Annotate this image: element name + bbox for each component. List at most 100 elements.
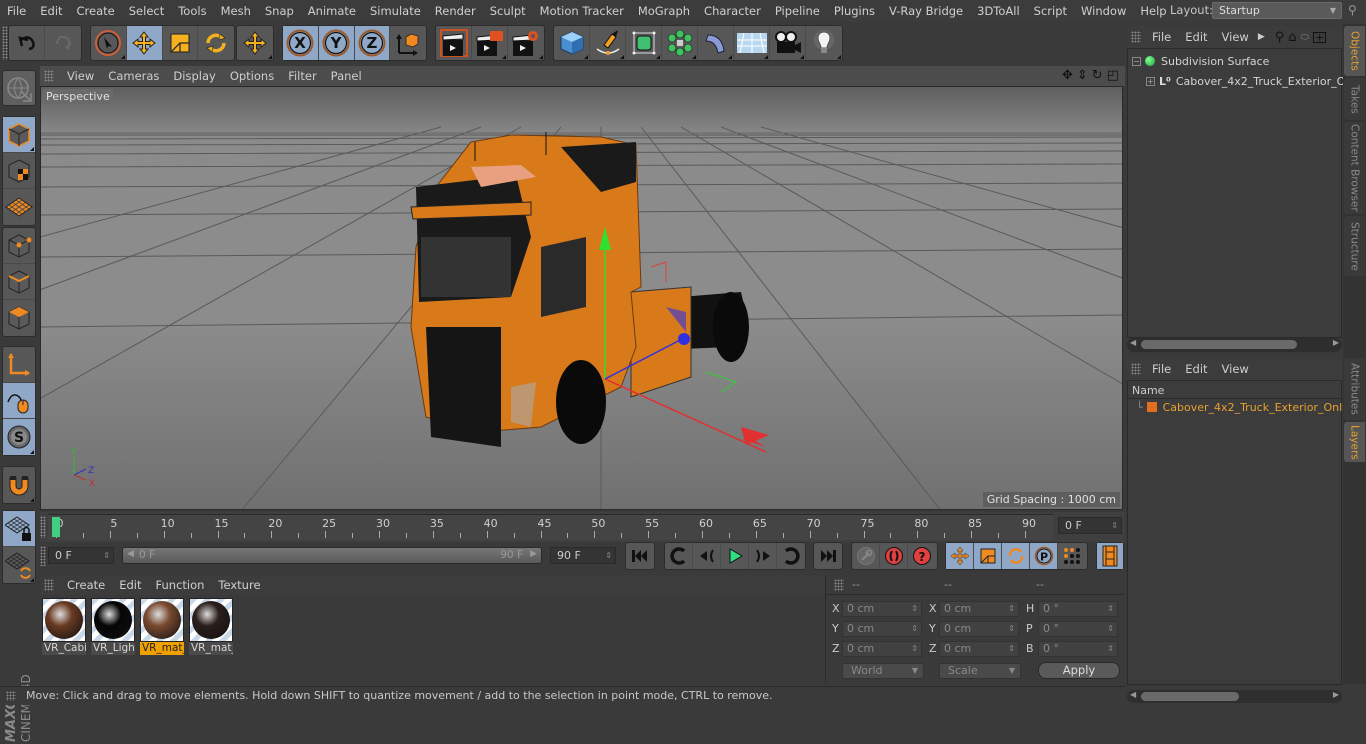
subdivision-surface-button[interactable]: [626, 26, 662, 60]
layer-menu-view[interactable]: View: [1215, 362, 1256, 376]
spinner-icon[interactable]: ⇕: [911, 642, 918, 656]
workplane-mode-button[interactable]: [3, 189, 35, 225]
align-workplane-button[interactable]: [3, 547, 35, 583]
timeline-grip[interactable]: [40, 516, 46, 538]
viewport-menu-cameras[interactable]: Cameras: [101, 69, 166, 83]
undo-button[interactable]: [9, 26, 45, 60]
object-menu-view[interactable]: View: [1215, 30, 1256, 44]
layer-grip[interactable]: [1131, 363, 1141, 375]
cube-button[interactable]: [554, 26, 590, 60]
camera-button[interactable]: [770, 26, 806, 60]
prev-frame-button[interactable]: [693, 543, 721, 569]
menu-window[interactable]: Window: [1074, 0, 1133, 22]
spinner-icon[interactable]: ⇕: [1111, 518, 1118, 533]
name-column-header[interactable]: Name: [1132, 384, 1164, 397]
x-axis-toggle[interactable]: X: [283, 26, 319, 60]
material-menu-texture[interactable]: Texture: [211, 578, 267, 592]
menu-plugins[interactable]: Plugins: [827, 0, 882, 22]
material-menu-create[interactable]: Create: [60, 578, 112, 592]
timeline-ruler[interactable]: 0 5 10 15 20 25 30 35 40 45 50 55 60 65 70 75 80 85 90: [48, 514, 1053, 540]
render-picture-viewer-button[interactable]: [472, 26, 508, 60]
menu-mesh[interactable]: Mesh: [214, 0, 258, 22]
viewport-menu-display[interactable]: Display: [166, 69, 222, 83]
material-grip[interactable]: [44, 579, 54, 591]
autokeying-button[interactable]: [880, 543, 908, 569]
recent-move-button[interactable]: [237, 26, 273, 60]
coordinate-mode-dropdown[interactable]: World ▼: [842, 663, 924, 679]
viewport-menu-filter[interactable]: Filter: [281, 69, 323, 83]
spinner-icon[interactable]: ⇕: [1008, 622, 1015, 636]
object-menu-edit[interactable]: Edit: [1178, 30, 1214, 44]
next-frame-button[interactable]: [749, 543, 777, 569]
menu-animate[interactable]: Animate: [301, 0, 363, 22]
axis-mode-button[interactable]: [3, 347, 35, 383]
lock-workplane-button[interactable]: [3, 511, 35, 547]
tab-structure[interactable]: Structure: [1344, 216, 1365, 276]
end-frame-field[interactable]: 90 F ⇕: [550, 547, 616, 564]
goto-start-button[interactable]: [626, 543, 654, 569]
cloner-button[interactable]: [662, 26, 698, 60]
scale-tool-button[interactable]: [163, 26, 199, 60]
status-grip[interactable]: [6, 691, 16, 701]
menu-render[interactable]: Render: [428, 0, 483, 22]
prev-key-button[interactable]: [665, 543, 693, 569]
3d-viewport[interactable]: Y Z X Perspective Grid Spacing : 1000 cm: [40, 86, 1123, 510]
orbit-icon[interactable]: ↻: [1092, 68, 1103, 83]
object-manager-scrollbar[interactable]: ◀ ▶: [1127, 338, 1342, 352]
menu-tools[interactable]: Tools: [171, 0, 213, 22]
scroll-left-icon[interactable]: ◀: [1130, 690, 1136, 699]
rot-p-field[interactable]: 0 ° ⇕: [1038, 621, 1118, 637]
camera-label[interactable]: Perspective: [43, 89, 113, 104]
current-frame-field[interactable]: 0 F ⇕: [1058, 517, 1122, 534]
tab-objects[interactable]: Objects: [1344, 26, 1365, 76]
playhead[interactable]: [52, 517, 60, 537]
snap-toggle-button[interactable]: [3, 467, 35, 503]
size-mode-dropdown[interactable]: Scale ▼: [939, 663, 1021, 679]
rotate-tool-button[interactable]: [198, 26, 234, 60]
floor-button[interactable]: [734, 26, 770, 60]
scroll-right-icon[interactable]: ▶: [1333, 338, 1339, 347]
next-key-button[interactable]: [777, 543, 805, 569]
layer-row[interactable]: └ Cabover_4x2_Truck_Exterior_Only: [1136, 398, 1349, 416]
key-position-toggle[interactable]: [946, 543, 974, 569]
collapse-icon[interactable]: −: [1132, 56, 1141, 66]
tree-item-subdivision-surface[interactable]: − Subdivision Surface: [1132, 52, 1269, 70]
range-left-arrow-icon[interactable]: ◀: [127, 549, 134, 559]
rot-h-field[interactable]: 0 ° ⇕: [1038, 601, 1118, 617]
move-tool-button[interactable]: [126, 26, 163, 60]
layer-menu-file[interactable]: File: [1145, 362, 1178, 376]
spinner-icon[interactable]: ⇕: [605, 548, 612, 563]
layer-color-swatch[interactable]: [1146, 402, 1157, 412]
spinner-icon[interactable]: ⇕: [1107, 602, 1114, 616]
menu-3dtoall[interactable]: 3DToAll: [970, 0, 1027, 22]
y-axis-toggle[interactable]: Y: [318, 26, 355, 60]
menu-mograph[interactable]: MoGraph: [631, 0, 697, 22]
search-icon[interactable]: ⚲: [1348, 3, 1357, 17]
menu-script[interactable]: Script: [1027, 0, 1074, 22]
size-x-field[interactable]: 0 cm ⇕: [939, 601, 1019, 617]
menu-snap[interactable]: Snap: [258, 0, 301, 22]
pos-z-field[interactable]: 0 cm ⇕: [842, 641, 922, 657]
tree-item-truck[interactable]: + L⁰ Cabover_4x2_Truck_Exterior_Only: [1146, 72, 1362, 90]
scroll-left-icon[interactable]: ◀: [1130, 338, 1136, 347]
scrollbar-thumb[interactable]: [1141, 340, 1297, 349]
spinner-icon[interactable]: ⇕: [911, 602, 918, 616]
expand-icon[interactable]: +: [1146, 76, 1155, 86]
viewport-menu-view[interactable]: View: [60, 69, 101, 83]
material-swatch[interactable]: VR_Ligh: [91, 598, 135, 656]
make-editable-button[interactable]: [3, 71, 35, 107]
maximize-icon[interactable]: ◰: [1107, 68, 1119, 83]
viewport-menu-panel[interactable]: Panel: [324, 69, 369, 83]
pos-y-field[interactable]: 0 cm ⇕: [842, 621, 922, 637]
spinner-icon[interactable]: ⇕: [1107, 622, 1114, 636]
menu-simulate[interactable]: Simulate: [363, 0, 428, 22]
spinner-icon[interactable]: ⇕: [1008, 602, 1015, 616]
spinner-icon[interactable]: ⇕: [103, 548, 110, 563]
preview-range-slider[interactable]: ◀ 0 F 90 F ▶: [122, 547, 542, 564]
animbar-grip[interactable]: [40, 546, 46, 566]
key-rotation-toggle[interactable]: [1002, 543, 1030, 569]
menu-edit[interactable]: Edit: [33, 0, 69, 22]
key-scale-toggle[interactable]: [974, 543, 1002, 569]
search-icon[interactable]: ⚲: [1275, 30, 1285, 45]
model-mode-button[interactable]: [3, 117, 35, 153]
